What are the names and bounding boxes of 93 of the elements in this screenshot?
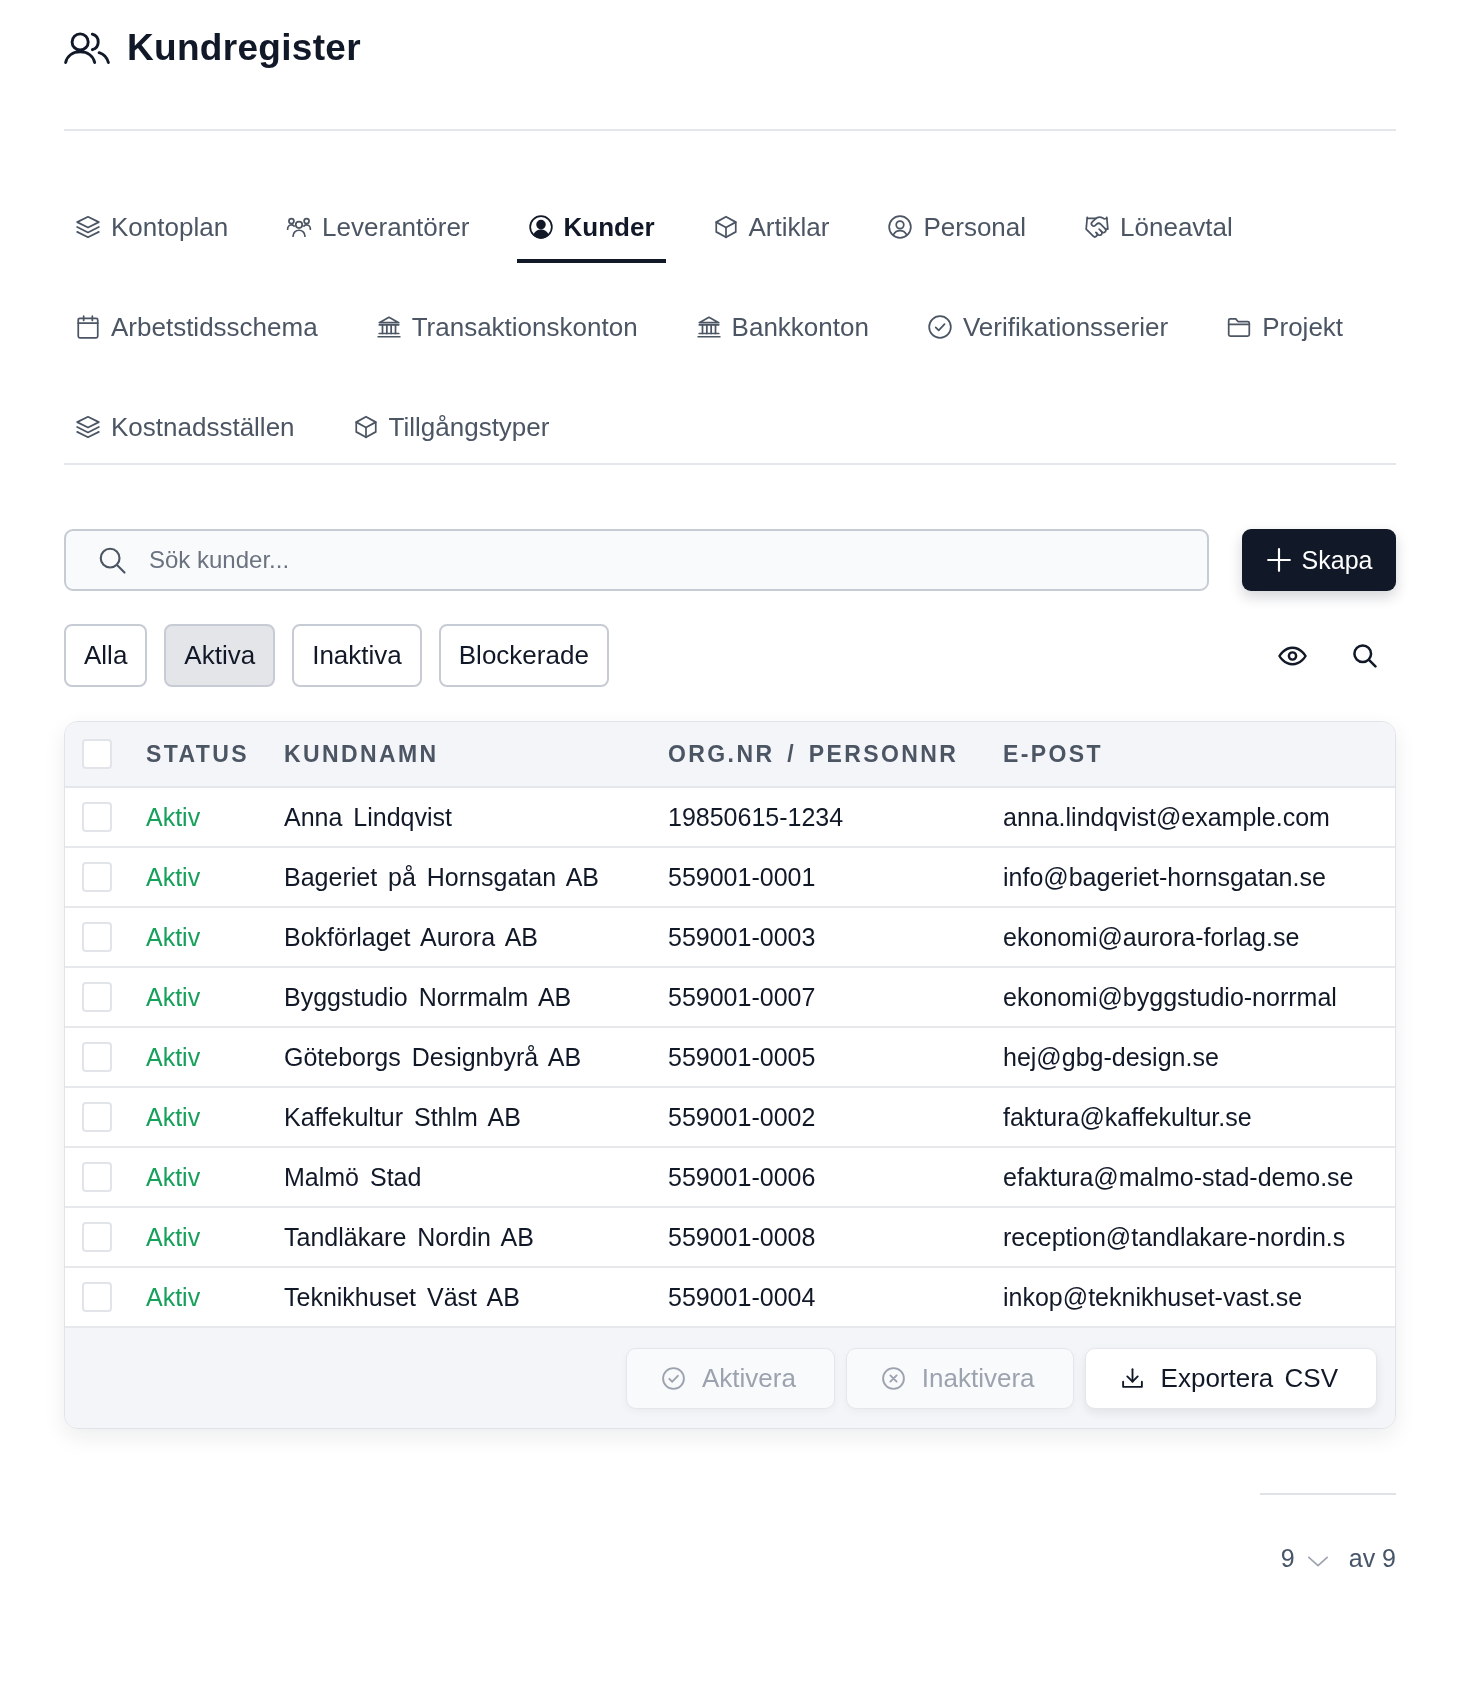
nav-tab[interactable]: Artiklar — [701, 191, 841, 263]
org-number: 559001-0008 — [668, 1222, 816, 1251]
customer-name: Göteborgs Designbyrå AB — [284, 1042, 582, 1071]
person-circle-icon — [887, 214, 914, 240]
row-checkbox[interactable] — [82, 1042, 112, 1072]
row-checkbox[interactable] — [82, 1162, 112, 1192]
page-size-select[interactable]: 9 — [1280, 1543, 1329, 1573]
email-address: info@bageriet-hornsgatan.se — [1003, 862, 1326, 891]
customer-name: Byggstudio Norrmalm AB — [284, 982, 572, 1011]
column-header: ORG.NR / PERSONNR — [668, 740, 959, 767]
org-number: 559001-0003 — [668, 922, 816, 951]
customer-name: Teknikhuset Väst AB — [284, 1282, 520, 1311]
email-address: faktura@kaffekultur.se — [1003, 1102, 1252, 1131]
customer-name: Bageriet på Hornsgatan AB — [284, 862, 599, 891]
page-total: av 9 — [1348, 1543, 1396, 1573]
column-header: KUNDNAMN — [284, 740, 439, 767]
status-text: Aktiv — [146, 1162, 201, 1191]
row-checkbox[interactable] — [82, 1222, 112, 1252]
x-circle-icon — [880, 1365, 906, 1391]
row-checkbox[interactable] — [82, 862, 112, 892]
customer-name: Tandläkare Nordin AB — [284, 1222, 534, 1251]
layers-icon — [75, 414, 101, 440]
status-text: Aktiv — [146, 982, 201, 1011]
column-header: STATUS — [146, 740, 249, 767]
handshake-icon — [1084, 214, 1111, 240]
customer-name: Malmö Stad — [284, 1162, 422, 1191]
select-all-checkbox[interactable] — [82, 739, 112, 769]
customer-name: Bokförlaget Aurora AB — [284, 922, 538, 951]
page-title: Kundregister — [127, 26, 361, 70]
user-circle-icon — [527, 214, 554, 240]
status-text: Aktiv — [146, 1042, 201, 1071]
check-circle-icon — [660, 1365, 686, 1391]
eye-icon[interactable] — [1278, 645, 1307, 666]
create-button[interactable]: Skapa — [1242, 529, 1396, 591]
calendar-icon — [75, 314, 101, 340]
nav-tab[interactable]: Kostnadsställen — [64, 391, 306, 463]
org-number: 19850615-1234 — [668, 802, 844, 831]
email-address: hej@gbg-design.se — [1003, 1042, 1219, 1071]
cube-icon — [352, 414, 379, 440]
filter-chip[interactable]: Inaktiva — [292, 624, 422, 687]
nav-tab[interactable]: Kontoplan — [64, 191, 240, 263]
export-button[interactable]: Exportera CSV — [1084, 1347, 1377, 1409]
status-text: Aktiv — [146, 1102, 201, 1131]
chevron-down-icon — [1306, 1555, 1329, 1567]
status-text: Aktiv — [146, 922, 201, 951]
plus-icon — [1265, 547, 1292, 573]
users-icon — [64, 32, 110, 64]
org-number: 559001-0005 — [668, 1042, 816, 1071]
row-checkbox[interactable] — [82, 1102, 112, 1132]
filter-chip[interactable]: Alla — [64, 624, 148, 687]
customer-name: Anna Lindqvist — [284, 802, 452, 831]
search-field[interactable]: Sök kunder... — [64, 529, 1209, 591]
row-checkbox[interactable] — [82, 1282, 112, 1312]
org-number: 559001-0001 — [668, 862, 816, 891]
email-address: inkop@teknikhuset-vast.se — [1003, 1282, 1303, 1311]
check-circle-icon — [926, 314, 953, 340]
org-number: 559001-0006 — [668, 1162, 816, 1191]
email-address: anna.lindqvist@example.com — [1003, 802, 1330, 831]
nav-tab[interactable]: Leverantörer — [275, 191, 481, 263]
customer-name: Kaffekultur Sthlm AB — [284, 1102, 521, 1131]
bank-icon — [375, 314, 402, 340]
org-number: 559001-0002 — [668, 1102, 816, 1131]
nav-tab[interactable]: Projekt — [1215, 291, 1355, 363]
email-address: ekonomi@byggstudio-norrmal — [1003, 982, 1337, 1011]
nav-tab[interactable]: Arbetstidsschema — [64, 291, 329, 363]
email-address: reception@tandlakare-nordin.s — [1003, 1222, 1346, 1251]
status-text: Aktiv — [146, 1282, 201, 1311]
layers-icon — [75, 214, 101, 240]
search-icon — [97, 545, 127, 575]
filter-chip[interactable]: Blockerade — [438, 624, 609, 687]
search-icon[interactable] — [1352, 643, 1377, 668]
nav-tab[interactable]: Personal — [876, 191, 1038, 263]
row-checkbox[interactable] — [82, 982, 112, 1012]
status-text: Aktiv — [146, 1222, 201, 1251]
nav-tab[interactable]: Kunder — [516, 191, 666, 263]
filter-chip[interactable]: Aktiva — [164, 624, 276, 687]
nav-tab[interactable]: Bankkonton — [684, 291, 880, 363]
email-address: efaktura@malmo-stad-demo.se — [1003, 1162, 1354, 1191]
status-text: Aktiv — [146, 802, 201, 831]
column-header: E-POST — [1003, 740, 1104, 767]
row-checkbox[interactable] — [82, 922, 112, 952]
org-number: 559001-0007 — [668, 982, 816, 1011]
download-icon — [1119, 1365, 1145, 1391]
cube-icon — [712, 214, 739, 240]
status-text: Aktiv — [146, 862, 201, 891]
nav-tab[interactable]: Transaktionskonton — [364, 291, 649, 363]
nav-tab[interactable]: Tillgångstyper — [341, 391, 561, 463]
email-address: ekonomi@aurora-forlag.se — [1003, 922, 1300, 951]
org-number: 559001-0004 — [668, 1282, 816, 1311]
nav-tab[interactable]: Verifikationsserier — [915, 291, 1180, 363]
nav-tab[interactable]: Löneavtal — [1073, 191, 1244, 263]
row-checkbox[interactable] — [82, 802, 112, 832]
bank-icon — [695, 314, 722, 340]
